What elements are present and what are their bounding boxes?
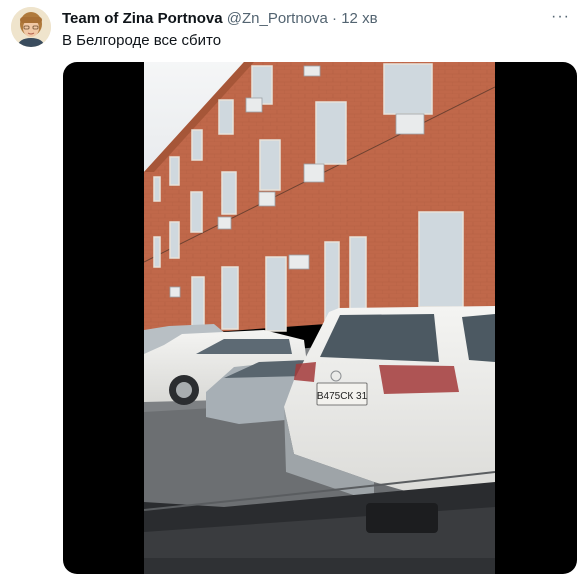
tweet[interactable]: Team of Zina Portnova @Zn_Portnova · 12 … xyxy=(0,0,588,579)
tweet-header: Team of Zina Portnova @Zn_Portnova · 12 … xyxy=(62,10,378,28)
separator-dot: · xyxy=(332,10,338,27)
more-options-icon[interactable]: ··· xyxy=(551,8,570,26)
video-frame: В475СК 31 xyxy=(144,62,495,574)
avatar[interactable] xyxy=(11,7,51,47)
user-handle[interactable]: @Zn_Portnova xyxy=(227,10,328,27)
tweet-video[interactable]: В475СК 31 xyxy=(63,62,577,574)
license-plate-text: В475СК 31 xyxy=(317,391,368,402)
tweet-text: В Белгороде все сбито xyxy=(62,32,222,49)
avatar-image xyxy=(11,7,51,47)
timestamp[interactable]: 12 хв xyxy=(341,10,377,27)
display-name[interactable]: Team of Zina Portnova xyxy=(62,10,223,27)
